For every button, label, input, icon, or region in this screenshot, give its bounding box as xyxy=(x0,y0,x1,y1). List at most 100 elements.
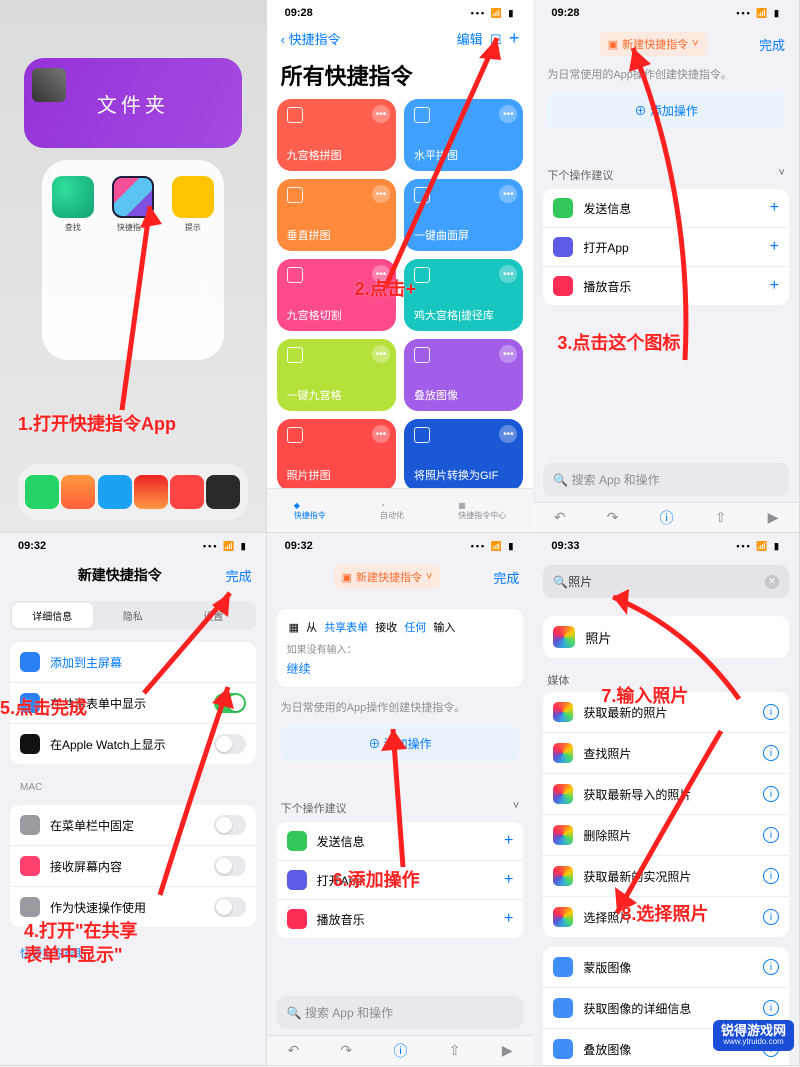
dock-app-6[interactable] xyxy=(206,475,240,509)
suggestion-row[interactable]: 发送信息+ xyxy=(277,822,524,861)
tile-menu-icon[interactable]: ••• xyxy=(372,105,390,123)
search-field[interactable]: 🔍 搜索 App 和操作 xyxy=(277,996,524,1029)
shortcut-icon-chip[interactable]: ▣ 新建快捷指令 ˅ xyxy=(334,565,441,589)
add-icon[interactable]: + xyxy=(770,199,779,217)
suggestion-row[interactable]: 播放音乐+ xyxy=(543,267,789,305)
shortcut-tile[interactable]: •••叠放图像 xyxy=(404,339,523,411)
search-field[interactable]: 🔍 搜索 App 和操作 xyxy=(543,463,789,496)
info-icon[interactable]: i xyxy=(763,745,779,761)
info-icon[interactable]: i xyxy=(763,704,779,720)
add-action-button[interactable]: ⊕ 添加操作 xyxy=(547,92,785,129)
back-button[interactable]: ‹ 快捷指令 xyxy=(281,29,341,48)
action-row[interactable]: 获取最新的照片i xyxy=(543,692,789,733)
shortcut-tile[interactable]: •••鸡大宫格|捷径库 xyxy=(404,259,523,331)
mac-header: MAC xyxy=(20,782,246,793)
edit-button[interactable]: 编辑 xyxy=(457,32,483,47)
app-find-my[interactable]: 查找 xyxy=(52,176,94,360)
play-icon[interactable]: ▶ xyxy=(768,509,779,526)
add-icon[interactable]: + xyxy=(770,238,779,256)
screenshot-1-homescreen: 文件夹 查找 快捷指令 提示 1.打开快捷指令App xyxy=(0,0,267,533)
suggestion-row[interactable]: 播放音乐+ xyxy=(277,900,524,938)
shortcut-tile[interactable]: •••一键曲面屏 xyxy=(404,179,523,251)
info-icon[interactable]: i xyxy=(763,868,779,884)
shortcut-tile[interactable]: •••垂直拼图 xyxy=(277,179,396,251)
action-row[interactable]: 删除照片i xyxy=(543,815,789,856)
shortcut-tile[interactable]: •••将照片转换为GIF xyxy=(404,419,523,491)
tab-gallery[interactable]: ▦快捷指令中心 xyxy=(458,501,506,521)
header: 新建快捷指令完成 xyxy=(0,555,266,595)
shortcut-tile[interactable]: •••九宫格切割 xyxy=(277,259,396,331)
receive-input-card[interactable]: ▦ 从 共享表单 接收 任何 输入 如果没有输入： 继续 xyxy=(277,609,524,687)
tile-menu-icon[interactable]: ••• xyxy=(499,265,517,283)
status-bar: 09:33 xyxy=(533,533,799,555)
info-icon[interactable]: i xyxy=(763,959,779,975)
group-mac: 在菜单栏中固定接收屏幕内容作为快速操作使用 xyxy=(10,805,256,927)
tips-icon xyxy=(172,176,214,218)
shortcut-tile[interactable]: •••九宫格拼图 xyxy=(277,99,396,171)
add-button[interactable]: + xyxy=(509,28,520,48)
tile-menu-icon[interactable]: ••• xyxy=(372,425,390,443)
tab-shortcuts[interactable]: ◆快捷指令 xyxy=(294,501,326,521)
dock-app-3[interactable] xyxy=(98,475,132,509)
seg-details[interactable]: 详细信息 xyxy=(12,603,93,628)
toggle[interactable] xyxy=(214,856,246,876)
tile-menu-icon[interactable]: ••• xyxy=(499,345,517,363)
files-widget[interactable]: 文件夹 xyxy=(24,58,242,148)
select-icon[interactable]: ☐ xyxy=(490,32,502,47)
tile-menu-icon[interactable]: ••• xyxy=(499,105,517,123)
redo-icon[interactable]: ↷ xyxy=(607,509,619,526)
help-link[interactable]: 快捷指令帮助 xyxy=(20,945,246,961)
add-action-button[interactable]: ⊕ 添加操作 xyxy=(281,725,520,762)
photos-app-row[interactable]: 照片 xyxy=(543,616,789,658)
add-icon[interactable]: + xyxy=(504,832,513,850)
dock-app-2[interactable] xyxy=(61,475,95,509)
tile-menu-icon[interactable]: ••• xyxy=(372,265,390,283)
tile-menu-icon[interactable]: ••• xyxy=(499,425,517,443)
shortcut-tile[interactable]: •••水平拼图 xyxy=(404,99,523,171)
toggle[interactable] xyxy=(214,693,246,713)
undo-icon[interactable]: ↶ xyxy=(554,509,566,526)
app-folder[interactable]: 查找 快捷指令 提示 xyxy=(42,160,224,360)
info-icon[interactable]: i xyxy=(763,786,779,802)
done-button[interactable]: 完成 xyxy=(493,568,519,587)
app-tips[interactable]: 提示 xyxy=(172,176,214,360)
shortcut-tile[interactable]: •••一键九宫格 xyxy=(277,339,396,411)
action-row[interactable]: 选择照片i xyxy=(543,897,789,937)
dock-app-4[interactable] xyxy=(134,475,168,509)
seg-privacy[interactable]: 隐私 xyxy=(93,603,174,628)
info-icon[interactable]: i xyxy=(763,827,779,843)
toggle[interactable] xyxy=(214,734,246,754)
info-icon[interactable]: i xyxy=(763,1000,779,1016)
toggle[interactable] xyxy=(214,815,246,835)
segmented-control[interactable]: 详细信息 隐私 设置 xyxy=(10,601,256,630)
done-button[interactable]: 完成 xyxy=(759,35,785,54)
done-button[interactable]: 完成 xyxy=(226,566,252,585)
toggle[interactable] xyxy=(214,897,246,917)
dock-app-5[interactable] xyxy=(170,475,204,509)
clear-search-icon[interactable]: ✕ xyxy=(765,575,779,589)
share-icon[interactable]: ⇧ xyxy=(715,509,727,526)
shortcut-tile[interactable]: •••照片拼图 xyxy=(277,419,396,491)
suggestion-row[interactable]: 发送信息+ xyxy=(543,189,789,228)
action-row[interactable]: 蒙版图像i xyxy=(543,947,789,988)
suggestion-row[interactable]: 打开App+ xyxy=(277,861,524,900)
info-icon[interactable]: i xyxy=(763,909,779,925)
tile-menu-icon[interactable]: ••• xyxy=(499,185,517,203)
add-icon[interactable]: + xyxy=(770,277,779,295)
app-shortcuts[interactable]: 快捷指令 xyxy=(112,176,154,360)
action-row[interactable]: 获取最新导入的照片i xyxy=(543,774,789,815)
info-icon[interactable]: ⓘ xyxy=(660,508,674,528)
seg-settings[interactable]: 设置 xyxy=(173,603,254,628)
tab-automation[interactable]: ◔自动化 xyxy=(380,501,404,521)
action-row[interactable]: 查找照片i xyxy=(543,733,789,774)
tile-menu-icon[interactable]: ••• xyxy=(372,345,390,363)
add-icon[interactable]: + xyxy=(504,871,513,889)
action-row[interactable]: 获取最新的实况照片i xyxy=(543,856,789,897)
shortcut-icon-chip[interactable]: ▣ 新建快捷指令 ˅ xyxy=(600,32,707,56)
dock-app-1[interactable] xyxy=(25,475,59,509)
settings-row[interactable]: 添加到主屏幕 xyxy=(10,642,256,683)
search-field[interactable]: 🔍 照片✕ xyxy=(543,565,789,598)
suggestion-row[interactable]: 打开App+ xyxy=(543,228,789,267)
add-icon[interactable]: + xyxy=(504,910,513,928)
tile-menu-icon[interactable]: ••• xyxy=(372,185,390,203)
